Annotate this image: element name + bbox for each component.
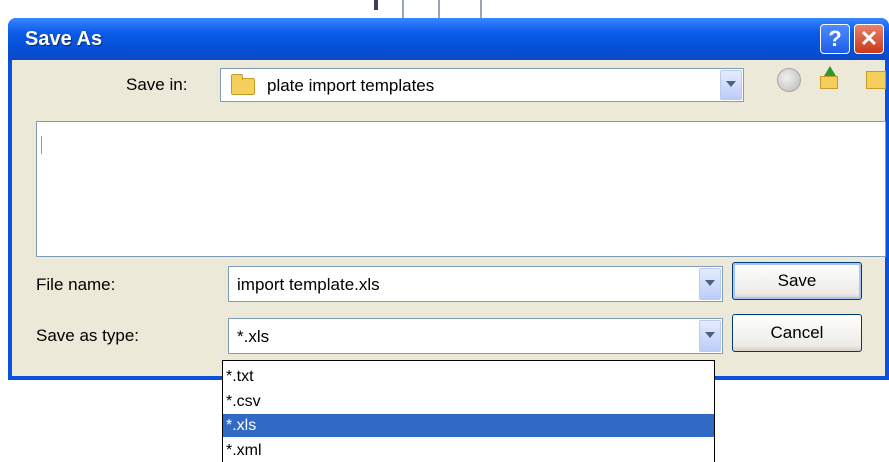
background-mark [402,0,404,18]
chevron-down-icon [726,81,736,87]
background-mark [374,0,378,10]
save-in-combobox[interactable]: plate import templates [220,68,744,102]
save-as-type-value: *.xls [237,327,270,346]
background-mark [480,0,482,18]
save-as-type-dropdown-button[interactable] [699,320,721,352]
save-in-label: Save in: [126,75,188,94]
file-name-dropdown-button[interactable] [699,268,721,300]
save-as-type-label: Save as type: [36,326,140,345]
up-arrow-shape [824,66,836,76]
up-one-level-icon[interactable] [818,66,840,90]
type-option-xml[interactable]: *.xml [223,439,714,462]
cancel-button[interactable]: Cancel [732,314,862,352]
type-option-xls[interactable]: *.xls [223,414,714,437]
dialog-title: Save As [25,28,103,50]
dialog-client-area: Save in: plate import templates File nam… [12,60,886,376]
save-in-dropdown-button[interactable] [720,70,742,100]
chevron-down-icon [705,280,715,286]
save-in-value: plate import templates [267,76,435,95]
folder-icon [231,74,255,95]
file-name-label: File name: [36,275,116,294]
background-mark [438,0,440,18]
background-window-strip [0,0,889,20]
save-as-type-dropdown-list[interactable]: *.txt *.csv *.xls *.xml [222,360,715,462]
file-name-value: import template.xls [237,275,380,294]
back-icon[interactable] [777,68,801,92]
new-folder-icon[interactable] [866,71,886,89]
save-as-type-combobox[interactable]: *.xls [228,318,723,354]
focus-caret [41,136,42,154]
chevron-down-icon [705,332,715,338]
title-bar[interactable]: Save As ? ✕ [8,18,889,60]
file-list[interactable] [36,121,886,257]
save-as-dialog: Save As ? ✕ Save in: plate import templa… [8,18,889,380]
close-button[interactable]: ✕ [854,24,884,54]
type-option-csv[interactable]: *.csv [223,390,714,413]
type-option-txt[interactable]: *.txt [223,365,714,388]
save-button[interactable]: Save [732,262,862,300]
up-folder-shape [820,76,838,89]
file-name-combobox[interactable]: import template.xls [228,266,723,302]
help-button[interactable]: ? [820,24,850,54]
